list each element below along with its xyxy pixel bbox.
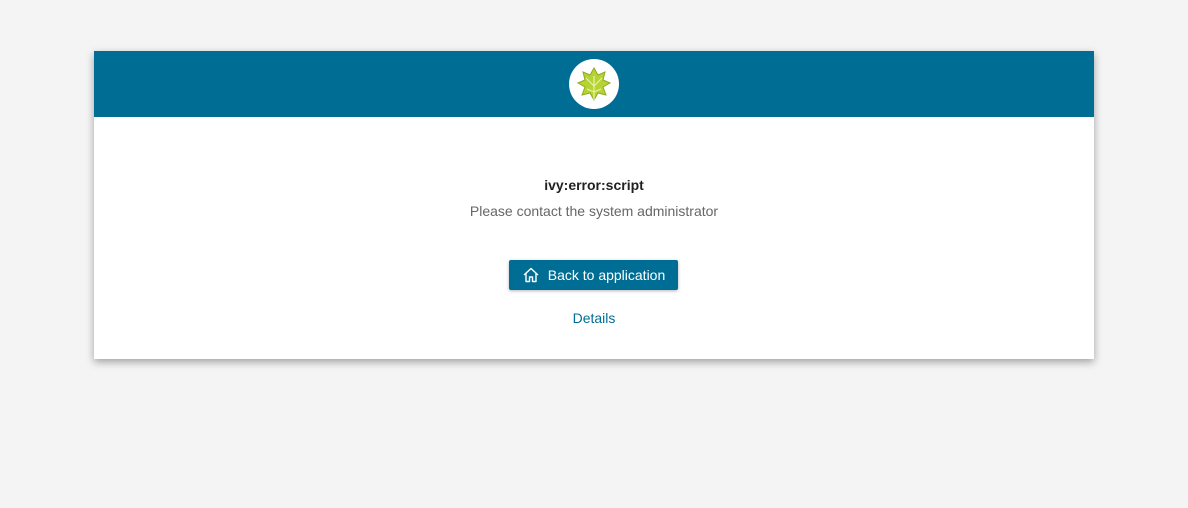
card-body: ivy:error:script Please contact the syst… [94,117,1094,359]
back-to-application-button[interactable]: Back to application [509,260,678,290]
error-card: ivy:error:script Please contact the syst… [94,51,1094,359]
card-header [94,51,1094,117]
back-button-label: Back to application [547,267,666,283]
error-message: Please contact the system administrator [469,203,719,219]
details-link-row: Details [94,310,1094,326]
ivy-leaf-icon [576,66,612,102]
details-link[interactable]: Details [573,310,616,326]
home-icon [522,266,540,284]
error-title: ivy:error:script [544,177,644,193]
logo [569,59,619,109]
